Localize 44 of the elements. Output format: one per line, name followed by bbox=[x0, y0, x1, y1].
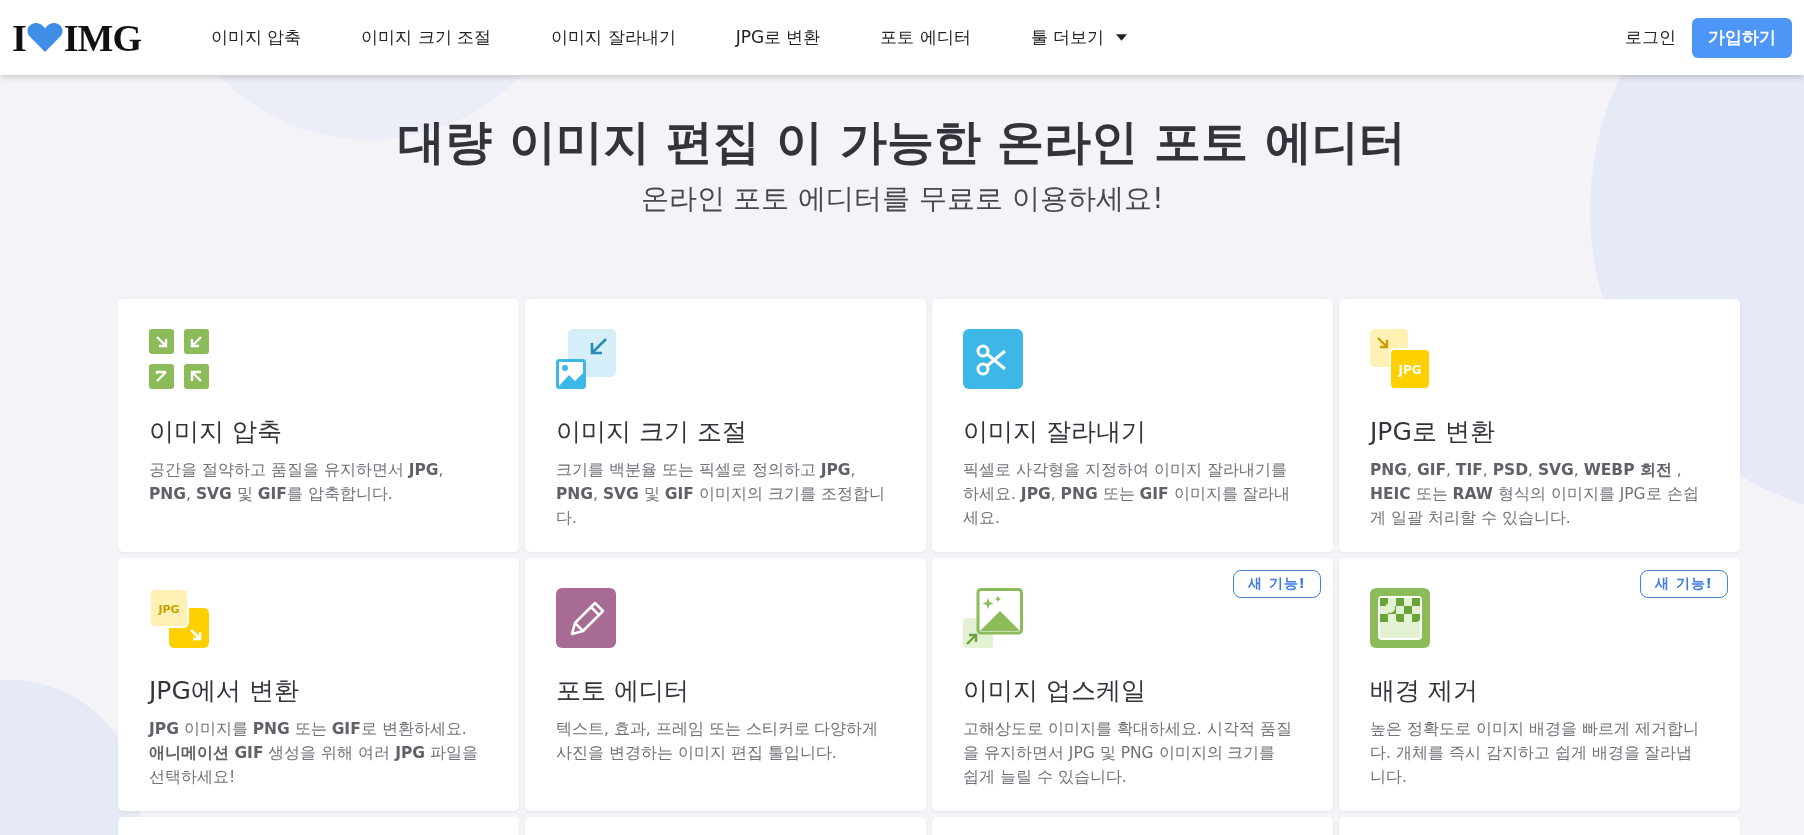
tool-card[interactable]: JPG JPG로 변환 PNG, GIF, TIF, PSD, SVG, WEBP 회전 , HEIC 또는 RAW 형식의 이미지를 JPG로 손쉽게 일괄 처리할 수 있습니다. bbox=[1339, 299, 1740, 552]
card-description: 픽셀로 사각형을 지정하여 이미지 잘라내기를 하세요. JPG, PNG 또는 GIF 이미지를 잘라내세요. bbox=[963, 460, 1292, 529]
caret-icon bbox=[1116, 34, 1128, 41]
tool-card[interactable]: 포토 에디터 텍스트, 효과, 프레임 또는 스티커로 다양하게 사진을 변경하는 이미지 편집 툴입니다. bbox=[525, 558, 926, 811]
card-description: 크기를 백분율 또는 픽셀로 정의하고 JPG, PNG, SVG 및 GIF 이미지의 크기를 조정합니다. bbox=[556, 460, 886, 529]
card-description: PNG, GIF, TIF, PSD, SVG, WEBP 회전 , HEIC 또는 RAW 형식의 이미지를 JPG로 손쉽게 일괄 처리할 수 있습니다. bbox=[1370, 460, 1700, 529]
nav-link[interactable]: 이미지 잘라내기 bbox=[521, 26, 706, 49]
tool-card[interactable]: 이미지 압축 공간을 절약하고 품질을 유지하면서 JPG, PNG, SVG 및 GIF를 압축합니다. bbox=[118, 299, 519, 552]
card-title: 포토 에디터 bbox=[556, 675, 690, 707]
page-title: 대량 이미지 편집 이 가능한 온라인 포토 에디터 bbox=[397, 113, 1407, 171]
resize-image-icon bbox=[556, 329, 616, 389]
nav-link[interactable]: 이미지 압축 bbox=[181, 26, 332, 49]
compress-arrows-icon bbox=[149, 329, 209, 389]
scissors-icon bbox=[963, 329, 1023, 389]
nav-link[interactable]: 툴 더보기 bbox=[1000, 26, 1158, 49]
remove-background-icon bbox=[1370, 588, 1430, 648]
card-title: JPG로 변환 bbox=[1370, 416, 1496, 448]
nav-link[interactable]: 이미지 크기 조절 bbox=[331, 26, 522, 49]
new-badge: 새 기능! bbox=[1232, 570, 1321, 598]
card-title: 배경 제거 bbox=[1370, 675, 1479, 707]
nav-link[interactable]: 포토 에디터 bbox=[850, 26, 1001, 49]
tool-card[interactable]: JPG JPG에서 변환 JPG 이미지를 PNG 또는 GIF로 변환하세요. 애니메이션 GIF 생성을 위해 여러 JPG 파일을 선택하세요! bbox=[118, 558, 519, 811]
logo[interactable]: I IMG bbox=[12, 15, 141, 60]
card-description: 높은 정확도로 이미지 배경을 빠르게 제거합니다. 개체를 즉시 감지하고 쉽게 배경을 잘라냅니다. bbox=[1370, 719, 1700, 788]
nav-link[interactable]: JPG로 변환 bbox=[705, 26, 851, 49]
card-title: 이미지 잘라내기 bbox=[963, 416, 1147, 448]
tool-card[interactable]: 새 기능! 이미지 업스케일 고해상도로 이미지를 확대하세요. 시각적 품질을 유지하면서 JPG 및 PNG 이미지의 크기를 쉽게 늘릴 수 있습니다. bbox=[932, 558, 1333, 811]
tool-card[interactable]: 이미지 크기 조절 크기를 백분율 또는 픽셀로 정의하고 JPG, PNG, SVG 및 GIF 이미지의 크기를 조정합니다. bbox=[525, 299, 926, 552]
card-title: JPG에서 변환 bbox=[149, 675, 300, 707]
card-title: 이미지 크기 조절 bbox=[556, 416, 748, 448]
heart-icon bbox=[26, 22, 63, 53]
card-description: 고해상도로 이미지를 확대하세요. 시각적 품질을 유지하면서 JPG 및 PNG 이미지의 크기를 쉽게 늘릴 수 있습니다. bbox=[963, 719, 1293, 788]
page-subtitle: 온라인 포토 에디터를 무료로 이용하세요! bbox=[639, 181, 1165, 217]
card-description: 텍스트, 효과, 프레임 또는 스티커로 다양하게 사진을 변경하는 이미지 편집 툴입니다. bbox=[556, 719, 880, 764]
upscale-image-icon bbox=[963, 588, 1023, 648]
new-badge: 새 기능! bbox=[1639, 570, 1728, 598]
login-link[interactable]: 로그인 bbox=[1625, 26, 1676, 49]
pencil-icon bbox=[556, 588, 616, 648]
card-title: 이미지 업스케일 bbox=[963, 675, 1147, 707]
card-description: JPG 이미지를 PNG 또는 GIF로 변환하세요. 애니메이션 GIF 생성을 위해 여러 JPG 파일을 선택하세요! bbox=[149, 719, 479, 788]
card-description: 공간을 절약하고 품질을 유지하면서 JPG, PNG, SVG 및 GIF를 압축합니다. bbox=[149, 460, 445, 505]
card-title: 이미지 압축 bbox=[149, 416, 283, 448]
tool-card[interactable]: 이미지 잘라내기 픽셀로 사각형을 지정하여 이미지 잘라내기를 하세요. JPG, PNG 또는 GIF 이미지를 잘라내세요. bbox=[932, 299, 1333, 552]
tool-card[interactable]: 새 기능! 배경 제거 높은 정확도로 이미지 배경을 빠르게 제거합니다. 개체를 즉시 감지하고 쉽게 배경을 잘라냅니다. bbox=[1339, 558, 1740, 811]
